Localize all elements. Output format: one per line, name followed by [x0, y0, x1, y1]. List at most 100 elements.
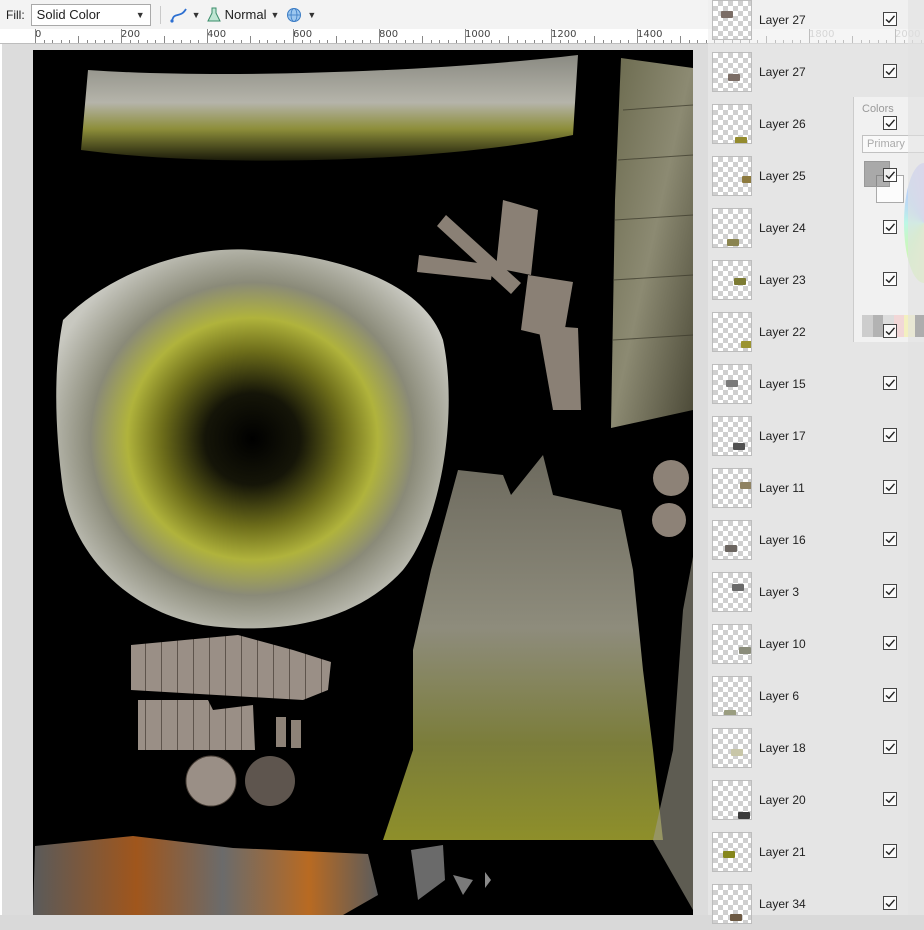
layer-visibility-checkbox[interactable] [883, 116, 897, 130]
checkmark-icon [884, 793, 896, 805]
layer-row[interactable]: Layer 24 [708, 202, 908, 254]
layer-name: Layer 24 [759, 221, 806, 235]
wood-plank-strip [131, 635, 331, 700]
layer-thumbnail [712, 260, 752, 300]
layer-row[interactable]: Layer 18 [708, 722, 908, 774]
checkmark-icon [884, 65, 896, 77]
layer-thumbnail [712, 208, 752, 248]
checkmark-icon [884, 13, 896, 25]
globe-icon [285, 7, 303, 23]
layer-row[interactable]: Layer 16 [708, 514, 908, 566]
alpha-blending-button[interactable]: ▼ [285, 7, 316, 23]
layer-row[interactable]: Layer 26 [708, 98, 908, 150]
ruler-label: 1400 [637, 29, 662, 40]
layer-visibility-checkbox[interactable] [883, 740, 897, 754]
layer-visibility-checkbox[interactable] [883, 688, 897, 702]
layer-thumbnail [712, 312, 752, 352]
layer-row[interactable]: Layer 21 [708, 826, 908, 878]
layers-scrollbar[interactable] [908, 0, 924, 915]
layer-row[interactable]: Layer 15 [708, 358, 908, 410]
ruler-label: 400 [207, 29, 226, 40]
vertical-ruler [0, 44, 2, 915]
chevron-down-icon: ▼ [271, 10, 280, 20]
layer-visibility-checkbox[interactable] [883, 324, 897, 338]
layer-row[interactable]: Layer 34 [708, 878, 908, 930]
ruler-label: 1200 [551, 29, 576, 40]
checkmark-icon [884, 637, 896, 649]
layer-thumbnail [712, 572, 752, 612]
layer-row[interactable]: Layer 11 [708, 462, 908, 514]
ruler-label: 600 [293, 29, 312, 40]
stone-block-panel [611, 58, 693, 428]
ruler-tick [250, 36, 251, 44]
layer-row[interactable]: Layer 10 [708, 618, 908, 670]
checkmark-icon [884, 585, 896, 597]
layer-visibility-checkbox[interactable] [883, 428, 897, 442]
layer-visibility-checkbox[interactable] [883, 584, 897, 598]
layer-row[interactable]: Layer 27 [708, 0, 908, 46]
checkmark-icon [884, 533, 896, 545]
layer-visibility-checkbox[interactable] [883, 896, 897, 910]
layer-name: Layer 6 [759, 689, 799, 703]
ruler-tick [465, 29, 466, 44]
layer-visibility-checkbox[interactable] [883, 64, 897, 78]
layer-thumbnail [712, 468, 752, 508]
stone-well-texture [56, 249, 448, 628]
layer-visibility-checkbox[interactable] [883, 168, 897, 182]
wood-disc [245, 756, 295, 806]
layer-visibility-checkbox[interactable] [883, 792, 897, 806]
flask-icon [207, 7, 221, 23]
layer-thumbnail [712, 884, 752, 924]
layer-name: Layer 27 [759, 65, 806, 79]
checkmark-icon [884, 325, 896, 337]
checkmark-icon [884, 845, 896, 857]
ruler-tick [35, 29, 36, 44]
layer-row[interactable]: Layer 20 [708, 774, 908, 826]
layer-name: Layer 21 [759, 845, 806, 859]
toolbar-divider [160, 6, 161, 24]
layer-visibility-checkbox[interactable] [883, 532, 897, 546]
ruler-tick [379, 29, 380, 44]
layer-row[interactable]: Layer 27 [708, 46, 908, 98]
ruler-label: 800 [379, 29, 398, 40]
checkmark-icon [884, 689, 896, 701]
wood-disc [186, 756, 236, 806]
layer-row[interactable]: Layer 22 [708, 306, 908, 358]
ruler-label: 1000 [465, 29, 490, 40]
layer-name: Layer 20 [759, 793, 806, 807]
layer-visibility-checkbox[interactable] [883, 636, 897, 650]
layer-visibility-checkbox[interactable] [883, 220, 897, 234]
checkmark-icon [884, 169, 896, 181]
antialias-button[interactable]: ▼ [170, 7, 201, 23]
layer-thumbnail [712, 156, 752, 196]
texture-atlas-image [33, 50, 693, 915]
layer-visibility-checkbox[interactable] [883, 480, 897, 494]
ruler-tick [121, 29, 122, 44]
layer-name: Layer 10 [759, 637, 806, 651]
chevron-down-icon: ▼ [136, 10, 145, 20]
layer-visibility-checkbox[interactable] [883, 272, 897, 286]
ruler-tick [293, 29, 294, 44]
layer-row[interactable]: Layer 23 [708, 254, 908, 306]
fill-type-dropdown[interactable]: Solid Color ▼ [31, 4, 151, 26]
layer-name: Layer 22 [759, 325, 806, 339]
layer-visibility-checkbox[interactable] [883, 376, 897, 390]
layer-row[interactable]: Layer 3 [708, 566, 908, 618]
ruler-tick [551, 29, 552, 44]
layer-row[interactable]: Layer 25 [708, 150, 908, 202]
checkmark-icon [884, 741, 896, 753]
layer-row[interactable]: Layer 17 [708, 410, 908, 462]
ruler-tick [680, 36, 681, 44]
layer-visibility-checkbox[interactable] [883, 12, 897, 26]
layer-name: Layer 16 [759, 533, 806, 547]
layer-thumbnail [712, 832, 752, 872]
layer-thumbnail [712, 416, 752, 456]
layer-thumbnail [712, 0, 752, 40]
stone-wall-strip [81, 55, 578, 161]
layer-list: Layer 27 Layer 27 Layer 26Layer 25 Layer 24… [708, 0, 908, 915]
layer-row[interactable]: Layer 6 [708, 670, 908, 722]
layer-visibility-checkbox[interactable] [883, 844, 897, 858]
ruler-tick [594, 36, 595, 44]
blend-mode-button[interactable]: Normal ▼ [207, 7, 280, 23]
texture-canvas[interactable] [33, 50, 693, 915]
